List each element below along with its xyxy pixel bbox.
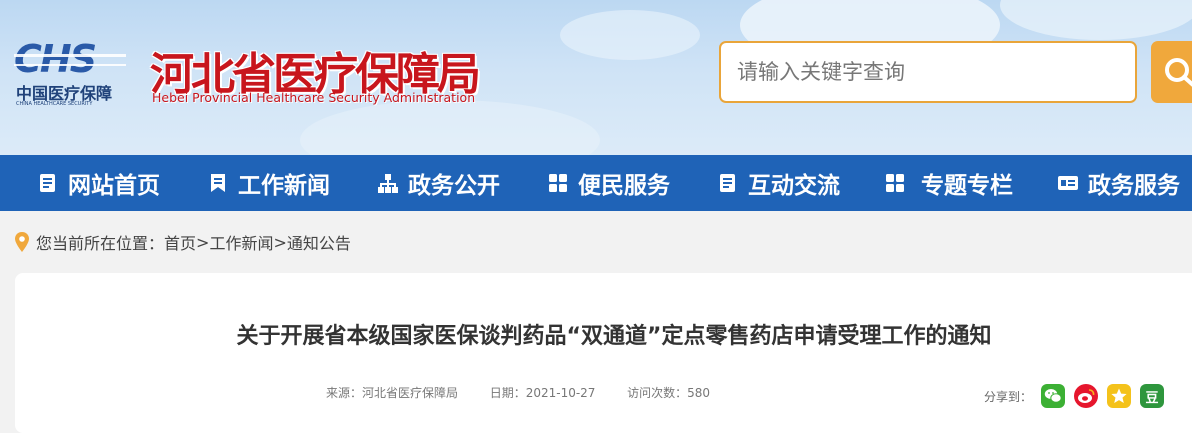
- chs-logo[interactable]: CHS 中国医疗保障 CHINA HEALTHCARE SECURITY: [14, 40, 130, 110]
- date-value: 2021-10-27: [525, 386, 596, 400]
- star-icon: [1111, 388, 1127, 403]
- nav-item-gov-services[interactable]: 政务服务: [1057, 155, 1180, 211]
- nav-item-label: 政务服务: [1088, 173, 1180, 199]
- svg-text:CHS: CHS: [14, 40, 96, 78]
- id-card-icon: [1058, 176, 1078, 190]
- share-wechat-button[interactable]: [1041, 384, 1066, 408]
- article-meta: 来源：河北省医疗保障局 日期：2021-10-27 访问次数：580: [326, 384, 710, 401]
- visits-label: 访问次数：: [627, 386, 688, 400]
- share-qzone-button[interactable]: [1107, 384, 1132, 408]
- location-pin-icon: [15, 232, 29, 252]
- nav-item-gov-affairs[interactable]: 政务公开: [377, 155, 500, 211]
- visits-value: 580: [687, 386, 711, 400]
- search-button[interactable]: [1151, 41, 1192, 103]
- document-list-icon: [720, 174, 735, 192]
- site-header: CHS 中国医疗保障 CHINA HEALTHCARE SECURITY 河北省…: [0, 0, 1192, 155]
- nav-item-label: 专题专栏: [921, 173, 1013, 199]
- bookmark-icon: [211, 174, 225, 192]
- breadcrumb-separator: >: [196, 232, 210, 252]
- breadcrumb-link-home[interactable]: 首页: [164, 230, 196, 254]
- grid-icon: [886, 174, 904, 192]
- logo-english-text: CHINA HEALTHCARE SECURITY: [16, 101, 93, 107]
- date-label: 日期：: [489, 386, 526, 400]
- nav-item-special-topics[interactable]: 专题专栏: [884, 155, 1013, 211]
- sitemap-icon: [378, 174, 398, 193]
- breadcrumb-link-work-news[interactable]: 工作新闻: [209, 230, 273, 254]
- nav-item-label: 政务公开: [408, 173, 500, 199]
- nav-item-label: 互动交流: [748, 173, 840, 199]
- nav-item-label: 便民服务: [578, 173, 670, 199]
- article-title: 关于开展省本级国家医保谈判药品“双通道”定点零售药店申请受理工作的通知: [236, 324, 992, 349]
- share-douban-button[interactable]: 豆: [1140, 384, 1165, 408]
- site-subtitle: Hebei Provincial Healthcare Security Adm…: [152, 90, 476, 105]
- breadcrumb-separator: >: [273, 232, 287, 252]
- cloud-decoration: [1000, 0, 1192, 40]
- weibo-icon: [1078, 389, 1095, 403]
- nav-item-public-service[interactable]: 便民服务: [547, 155, 670, 211]
- main-nav: 网站首页 工作新闻 政务公开 便民服务 互动交流 专题专栏 政务服务: [0, 155, 1192, 211]
- cloud-decoration: [560, 10, 700, 60]
- breadcrumb-prefix: 您当前所在位置：: [36, 234, 165, 253]
- nav-item-interaction[interactable]: 互动交流: [717, 155, 840, 211]
- share-weibo-button[interactable]: [1074, 384, 1099, 408]
- breadcrumb: 您当前所在位置： 首页 > 工作新闻 > 通知公告: [14, 226, 351, 258]
- share-bar: 分享到： 豆: [984, 383, 1165, 409]
- share-label: 分享到：: [984, 389, 1033, 404]
- nav-item-home[interactable]: 网站首页: [37, 155, 160, 211]
- search-input[interactable]: [719, 41, 1137, 103]
- cloud-decoration: [300, 100, 600, 155]
- douban-icon: 豆: [1145, 390, 1159, 406]
- nav-item-label: 工作新闻: [238, 173, 330, 199]
- document-list-icon: [40, 174, 55, 192]
- wechat-icon: [1044, 389, 1062, 403]
- nav-item-work-news[interactable]: 工作新闻: [207, 155, 330, 211]
- source-label: 来源：: [326, 386, 363, 400]
- article-card: [15, 273, 1192, 433]
- search-icon: [1165, 58, 1192, 87]
- source-value: 河北省医疗保障局: [362, 386, 459, 400]
- nav-item-label: 网站首页: [68, 173, 160, 199]
- breadcrumb-link-notices[interactable]: 通知公告: [287, 230, 351, 254]
- grid-icon: [549, 174, 567, 192]
- chs-logo-mark: CHS: [14, 40, 126, 78]
